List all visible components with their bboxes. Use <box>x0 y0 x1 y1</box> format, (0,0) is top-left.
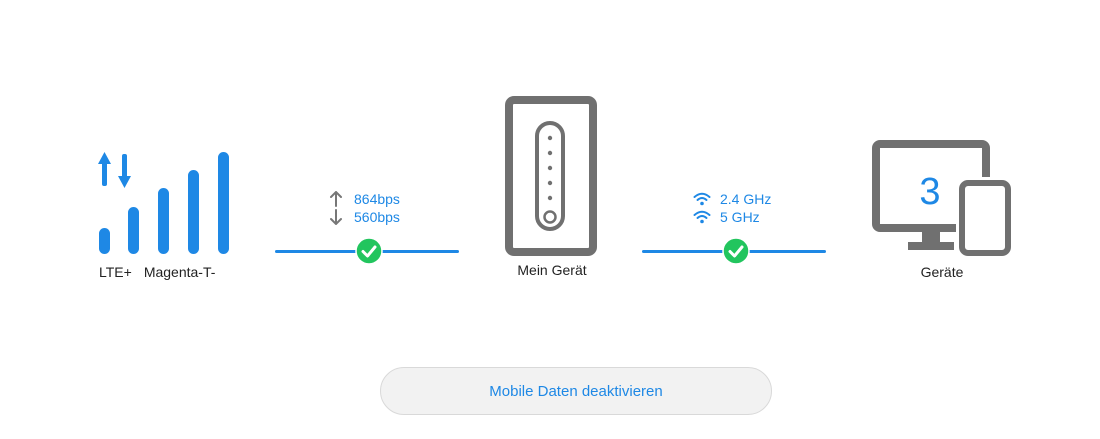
arrow-down-icon <box>326 209 346 225</box>
check-circle-icon <box>355 237 383 265</box>
band-2-4-label: 2.4 GHz <box>720 191 772 207</box>
upload-rate-row: 864bps <box>326 190 400 208</box>
band-row-2-4: 2.4 GHz <box>692 190 771 208</box>
deactivate-mobile-data-button[interactable]: Mobile Daten deaktivieren <box>380 367 772 415</box>
signal-bars-icon <box>98 152 229 254</box>
device-count: 3 <box>919 171 941 213</box>
download-rate: 560bps <box>354 209 400 225</box>
router-icon <box>505 96 597 256</box>
download-rate-row: 560bps <box>326 208 400 226</box>
band-5-label: 5 GHz <box>720 209 760 225</box>
wifi-icon <box>692 192 712 206</box>
network-info-label: LTE+ Magenta-T- <box>99 264 227 280</box>
band-row-5: 5 GHz <box>692 208 771 226</box>
devices-label: Geräte <box>920 264 964 280</box>
arrow-up-icon <box>326 191 346 207</box>
network-type-label: LTE+ <box>99 264 132 280</box>
upload-rate: 864bps <box>354 191 400 207</box>
router-label: Mein Gerät <box>517 262 587 278</box>
check-circle-icon <box>722 237 750 265</box>
operator-label: Magenta-T- <box>143 264 216 280</box>
mobile-rates: 864bps 560bps <box>326 190 400 226</box>
wifi-icon <box>692 210 712 224</box>
wifi-bands: 2.4 GHz 5 GHz <box>692 190 771 226</box>
